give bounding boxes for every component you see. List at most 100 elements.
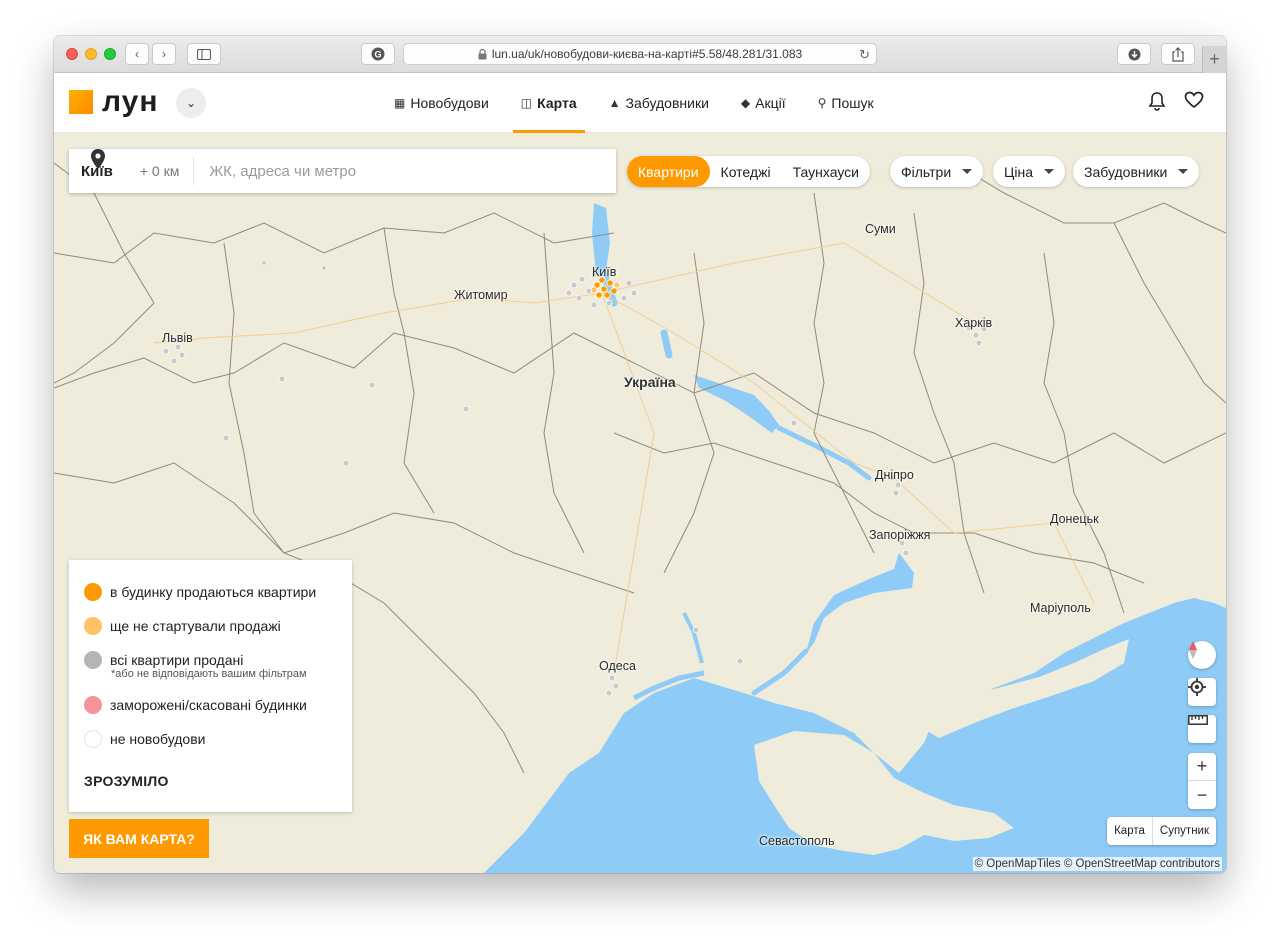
pink-dot-icon	[84, 696, 102, 714]
ruler-icon	[1188, 715, 1208, 725]
zoom-window-button[interactable]	[104, 48, 116, 60]
city-label-zhytomyr: Житомир	[454, 288, 508, 302]
location-search-bar: Київ + 0 км	[69, 149, 616, 193]
legend-label: всі квартири продані	[110, 652, 244, 668]
type-apartments[interactable]: Квартири	[627, 156, 710, 187]
search-icon: ⚲	[817, 96, 827, 110]
legend-label: ще не стартували продажі	[110, 618, 281, 634]
plus-icon: +	[1209, 49, 1220, 69]
map-attribution[interactable]: © OpenMapTiles © OpenStreetMap contribut…	[972, 857, 1222, 871]
caret-down-icon	[962, 169, 973, 174]
legend-item-frozen: заморожені/скасовані будинки	[84, 688, 337, 722]
legend-label: не новобудови	[110, 731, 206, 747]
gray-dot-icon	[84, 651, 102, 669]
city-label-mariupol: Маріуполь	[1030, 601, 1091, 615]
crane-icon: ▲	[608, 96, 621, 110]
city-label-donetsk: Донецьк	[1050, 512, 1099, 526]
back-button[interactable]: ‹	[125, 43, 149, 65]
header-actions	[1148, 91, 1204, 111]
legend-label: заморожені/скасовані будинки	[110, 697, 307, 713]
city-label-kharkiv: Харків	[955, 316, 993, 330]
divider	[193, 157, 195, 185]
browser-window: ‹ › G lun.ua/uk/новобудови-києва-на-карт…	[54, 36, 1226, 873]
chevron-down-icon: ⌄	[185, 96, 197, 110]
nav-label: Забудовники	[625, 95, 709, 111]
dropdown-label: Забудовники	[1084, 163, 1168, 180]
nav-item-developers[interactable]: ▲ Забудовники	[601, 73, 717, 133]
map-canvas[interactable]: Україна Житомир Львів Суми Харків Дніпро…	[54, 133, 1226, 873]
nav-label: Акції	[755, 95, 786, 111]
heart-icon[interactable]	[1184, 91, 1204, 109]
nav-item-novobudovy[interactable]: ▦ Новобудови	[386, 73, 497, 133]
location-pin-icon	[91, 149, 105, 169]
developers-dropdown[interactable]: Забудовники	[1073, 156, 1200, 187]
radius-selector[interactable]: + 0 км	[140, 163, 180, 179]
map-icon: ◫	[520, 96, 533, 110]
search-input[interactable]	[209, 162, 540, 180]
zoom-control: + −	[1188, 753, 1216, 809]
city-label-dnipro: Дніпро	[875, 468, 914, 482]
address-bar[interactable]: lun.ua/uk/новобудови-києва-на-карті#5.58…	[403, 43, 877, 65]
new-tab-button[interactable]: +	[1202, 46, 1226, 73]
svg-text:G: G	[374, 50, 381, 60]
chevron-right-icon: ›	[162, 47, 166, 61]
dropdown-label: Фільтри	[901, 163, 952, 180]
zoom-out-button[interactable]: −	[1188, 781, 1216, 809]
nav-item-map[interactable]: ◫ Карта	[512, 73, 585, 133]
sidebar-icon	[197, 48, 211, 60]
nav-label: Карта	[537, 95, 577, 111]
caret-down-icon	[1178, 169, 1189, 174]
browser-toolbar: ‹ › G lun.ua/uk/новобудови-києва-на-карт…	[54, 36, 1226, 73]
minimize-window-button[interactable]	[85, 48, 97, 60]
lock-icon	[478, 48, 487, 59]
legend-dismiss-button[interactable]: ЗРОЗУМІЛО	[84, 773, 337, 789]
share-button[interactable]	[1161, 43, 1195, 65]
price-dropdown[interactable]: Ціна	[993, 156, 1065, 187]
nav-item-promos[interactable]: ◆ Акції	[733, 73, 794, 133]
main-nav: ▦ Новобудови ◫ Карта ▲ Забудовники ◆ Акц…	[386, 73, 898, 133]
compass-button[interactable]	[1188, 641, 1216, 669]
white-dot-icon	[84, 730, 102, 748]
city-label-kyiv: Київ	[592, 265, 617, 279]
extension-button[interactable]: G	[361, 43, 395, 65]
url-text: lun.ua/uk/новобудови-києва-на-карті#5.58…	[491, 47, 803, 61]
country-label: Україна	[624, 374, 676, 390]
type-cottages[interactable]: Котеджі	[710, 156, 782, 187]
type-townhouses[interactable]: Таунхауси	[782, 156, 870, 187]
caret-down-icon	[1043, 169, 1054, 174]
logo[interactable]: лун	[102, 85, 158, 119]
dropdown-label: Ціна	[1004, 163, 1033, 180]
zoom-in-button[interactable]: +	[1188, 753, 1216, 781]
share-icon	[1172, 46, 1184, 62]
city-label-zaporizhzhia: Запоріжжя	[869, 528, 931, 542]
city-label-odesa: Одеса	[599, 659, 636, 673]
layer-map[interactable]: Карта	[1107, 817, 1153, 845]
geolocate-button[interactable]	[1188, 678, 1216, 706]
tag-icon: ◆	[740, 96, 751, 110]
map-legend: в будинку продаються квартири ще не стар…	[69, 560, 352, 812]
nav-label: Новобудови	[410, 95, 489, 111]
chevron-left-icon: ‹	[135, 47, 139, 61]
close-window-button[interactable]	[66, 48, 78, 60]
logo-square-icon[interactable]	[69, 90, 93, 114]
legend-item-not-new: не новобудови	[84, 722, 337, 756]
city-label-lviv: Львів	[162, 331, 193, 345]
feedback-button[interactable]: ЯК ВАМ КАРТА?	[69, 819, 209, 858]
city-label-sevastopol: Севастополь	[759, 834, 835, 848]
building-icon: ▦	[394, 96, 406, 110]
orange-dot-icon	[84, 583, 102, 601]
nav-item-search[interactable]: ⚲ Пошук	[810, 73, 882, 133]
crosshair-icon	[1188, 678, 1206, 696]
logo-dropdown-button[interactable]: ⌄	[176, 88, 206, 118]
layer-satellite[interactable]: Супутник	[1153, 817, 1216, 845]
sidebar-toggle-button[interactable]	[187, 43, 221, 65]
downloads-button[interactable]	[1117, 43, 1151, 65]
ruler-button[interactable]	[1188, 715, 1216, 743]
forward-button[interactable]: ›	[152, 43, 176, 65]
reload-icon[interactable]: ↻	[859, 47, 870, 63]
legend-label: в будинку продаються квартири	[110, 584, 317, 600]
filters-dropdown[interactable]: Фільтри	[890, 156, 984, 187]
legend-note: *або не відповідають вашим фільтрам	[111, 668, 307, 680]
site-header: лун ⌄ ▦ Новобудови ◫ Карта ▲ Забудовники…	[54, 73, 1226, 133]
bell-icon[interactable]	[1148, 91, 1166, 111]
